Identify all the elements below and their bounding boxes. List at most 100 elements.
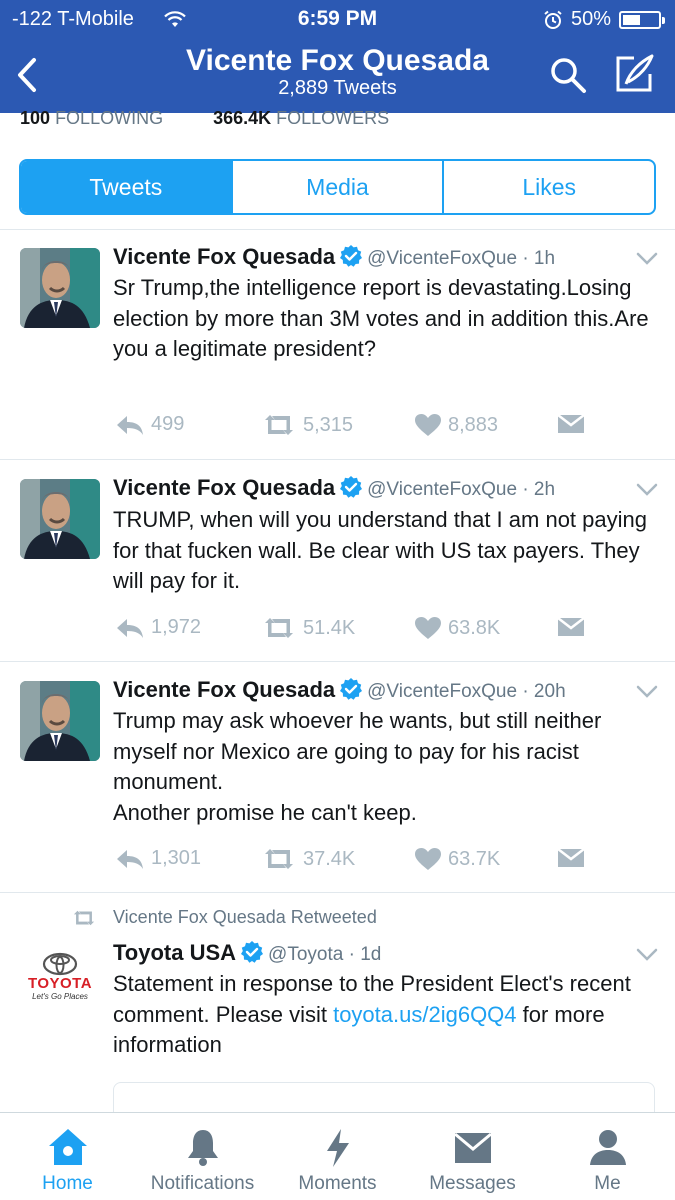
retweet-icon: [71, 908, 97, 928]
heart-icon: [414, 847, 442, 871]
verified-badge-icon: [240, 940, 264, 964]
toyota-wordmark: TOYOTA: [27, 975, 93, 992]
tab-tweets[interactable]: Tweets: [21, 161, 233, 213]
tweet-header: Vicente Fox Quesada @VicenteFoxQue · 20h: [113, 677, 566, 703]
heart-icon: [414, 413, 442, 437]
direct-message-button[interactable]: [557, 616, 585, 638]
tweet-actions: 499 5,315 8,883: [113, 413, 593, 441]
author-handle[interactable]: @VicenteFoxQue · 2h: [367, 479, 555, 500]
divider: [0, 459, 675, 460]
tab-media[interactable]: Media: [233, 161, 445, 213]
bottom-tab-bar: Home Notifications Moments Messages Me: [0, 1112, 675, 1200]
tab-label: Home: [42, 1173, 93, 1194]
chevron-down-icon[interactable]: [636, 948, 658, 962]
following-label[interactable]: FOLLOWING: [55, 108, 163, 128]
tweet-header: Vicente Fox Quesada @VicenteFoxQue · 1h: [113, 244, 555, 270]
verified-badge-icon: [339, 475, 363, 499]
tweet-actions: 1,301 37.4K 63.7K: [113, 847, 593, 875]
tweet-text: Trump may ask whoever he wants, but stil…: [113, 706, 658, 828]
like-count: 8,883: [448, 413, 499, 436]
tweet-text-line: Trump may ask whoever he wants, but stil…: [113, 708, 602, 794]
like-button[interactable]: 63.8K: [414, 616, 500, 640]
status-right: 50%: [543, 8, 665, 31]
tweet-text-line: Another promise he can't keep.: [113, 799, 417, 825]
retweet-button[interactable]: 51.4K: [261, 616, 355, 640]
followers-label[interactable]: FOLLOWERS: [276, 108, 389, 128]
retweet-button[interactable]: 37.4K: [261, 847, 355, 871]
chevron-down-icon[interactable]: [636, 483, 658, 497]
tab-label: Notifications: [150, 1173, 255, 1194]
like-button[interactable]: 63.7K: [414, 847, 500, 871]
direct-message-button[interactable]: [557, 413, 585, 435]
verified-badge-icon: [339, 677, 363, 701]
reply-count: 499: [151, 413, 185, 435]
tweet-text: Sr Trump,the intelligence report is deva…: [113, 275, 649, 361]
author-name[interactable]: Vicente Fox Quesada: [113, 677, 335, 702]
alarm-icon: [544, 10, 562, 29]
retweet-button[interactable]: 5,315: [261, 413, 353, 437]
envelope-icon: [557, 413, 585, 435]
tab-moments[interactable]: Moments: [270, 1113, 405, 1200]
avatar[interactable]: [20, 248, 100, 328]
battery-percent: 50%: [570, 8, 611, 30]
toyota-emblem-icon: [42, 952, 78, 976]
tab-me[interactable]: Me: [540, 1113, 675, 1200]
reply-icon: [115, 414, 145, 436]
reply-count: 1,972: [151, 616, 202, 638]
retweet-context[interactable]: Vicente Fox Quesada Retweeted: [113, 907, 377, 928]
compose-tweet-icon[interactable]: [612, 52, 656, 96]
author-handle[interactable]: @Toyota · 1d: [268, 944, 381, 965]
author-handle[interactable]: @VicenteFoxQue · 1h: [367, 248, 555, 269]
top-bar: -122 T-Mobile 6:59 PM 50% Vicente Fox Qu…: [0, 0, 675, 113]
reply-icon: [115, 617, 145, 639]
search-icon[interactable]: [548, 55, 588, 95]
chevron-down-icon[interactable]: [636, 685, 658, 699]
divider: [0, 229, 675, 230]
divider: [0, 892, 675, 893]
reply-icon: [115, 848, 145, 870]
author-name[interactable]: Vicente Fox Quesada: [113, 475, 335, 500]
tweet-link[interactable]: toyota.us/2ig6QQ4: [333, 1002, 516, 1027]
like-button[interactable]: 8,883: [414, 413, 498, 437]
tab-notifications[interactable]: Notifications: [135, 1113, 270, 1200]
divider: [0, 661, 675, 662]
author-name[interactable]: Toyota USA: [113, 940, 236, 965]
tweet-header: Vicente Fox Quesada @VicenteFoxQue · 2h: [113, 475, 555, 501]
author-name[interactable]: Vicente Fox Quesada: [113, 244, 335, 269]
envelope-icon: [453, 1132, 492, 1163]
heart-icon: [414, 616, 442, 640]
envelope-icon: [557, 847, 585, 869]
retweet-count: 37.4K: [303, 847, 356, 870]
verified-badge-icon: [339, 244, 363, 268]
home-icon: [48, 1129, 87, 1165]
retweet-icon: [261, 413, 297, 437]
tweet-actions: 1,972 51.4K 63.8K: [113, 616, 593, 644]
tweet-text: Statement in response to the President E…: [113, 969, 658, 1061]
tweet-header: Toyota USA @Toyota · 1d: [113, 940, 381, 966]
direct-message-button[interactable]: [557, 847, 585, 869]
envelope-icon: [557, 616, 585, 638]
lightning-icon: [326, 1129, 349, 1167]
person-icon: [589, 1130, 626, 1165]
chevron-down-icon[interactable]: [636, 252, 658, 266]
like-count: 63.8K: [448, 616, 501, 639]
tab-label: Moments: [298, 1173, 377, 1194]
reply-button[interactable]: 1,972: [115, 616, 201, 639]
tab-likes[interactable]: Likes: [444, 161, 654, 213]
reply-button[interactable]: 1,301: [115, 847, 201, 870]
tab-label: Me: [594, 1173, 621, 1194]
like-count: 63.7K: [448, 847, 501, 870]
tab-messages[interactable]: Messages: [405, 1113, 540, 1200]
retweet-icon: [261, 616, 297, 640]
avatar[interactable]: [20, 479, 100, 559]
reply-button[interactable]: 499: [115, 413, 184, 436]
avatar[interactable]: [20, 681, 100, 761]
retweet-icon: [261, 847, 297, 871]
author-handle[interactable]: @VicenteFoxQue · 20h: [367, 681, 566, 702]
profile-tabs: Tweets Media Likes: [19, 159, 656, 215]
retweet-count: 5,315: [303, 413, 354, 436]
tab-home[interactable]: Home: [0, 1113, 135, 1200]
tab-label: Messages: [429, 1173, 516, 1194]
toyota-logo[interactable]: TOYOTA Let's Go Places: [20, 944, 100, 1024]
following-count: 100: [20, 108, 51, 128]
